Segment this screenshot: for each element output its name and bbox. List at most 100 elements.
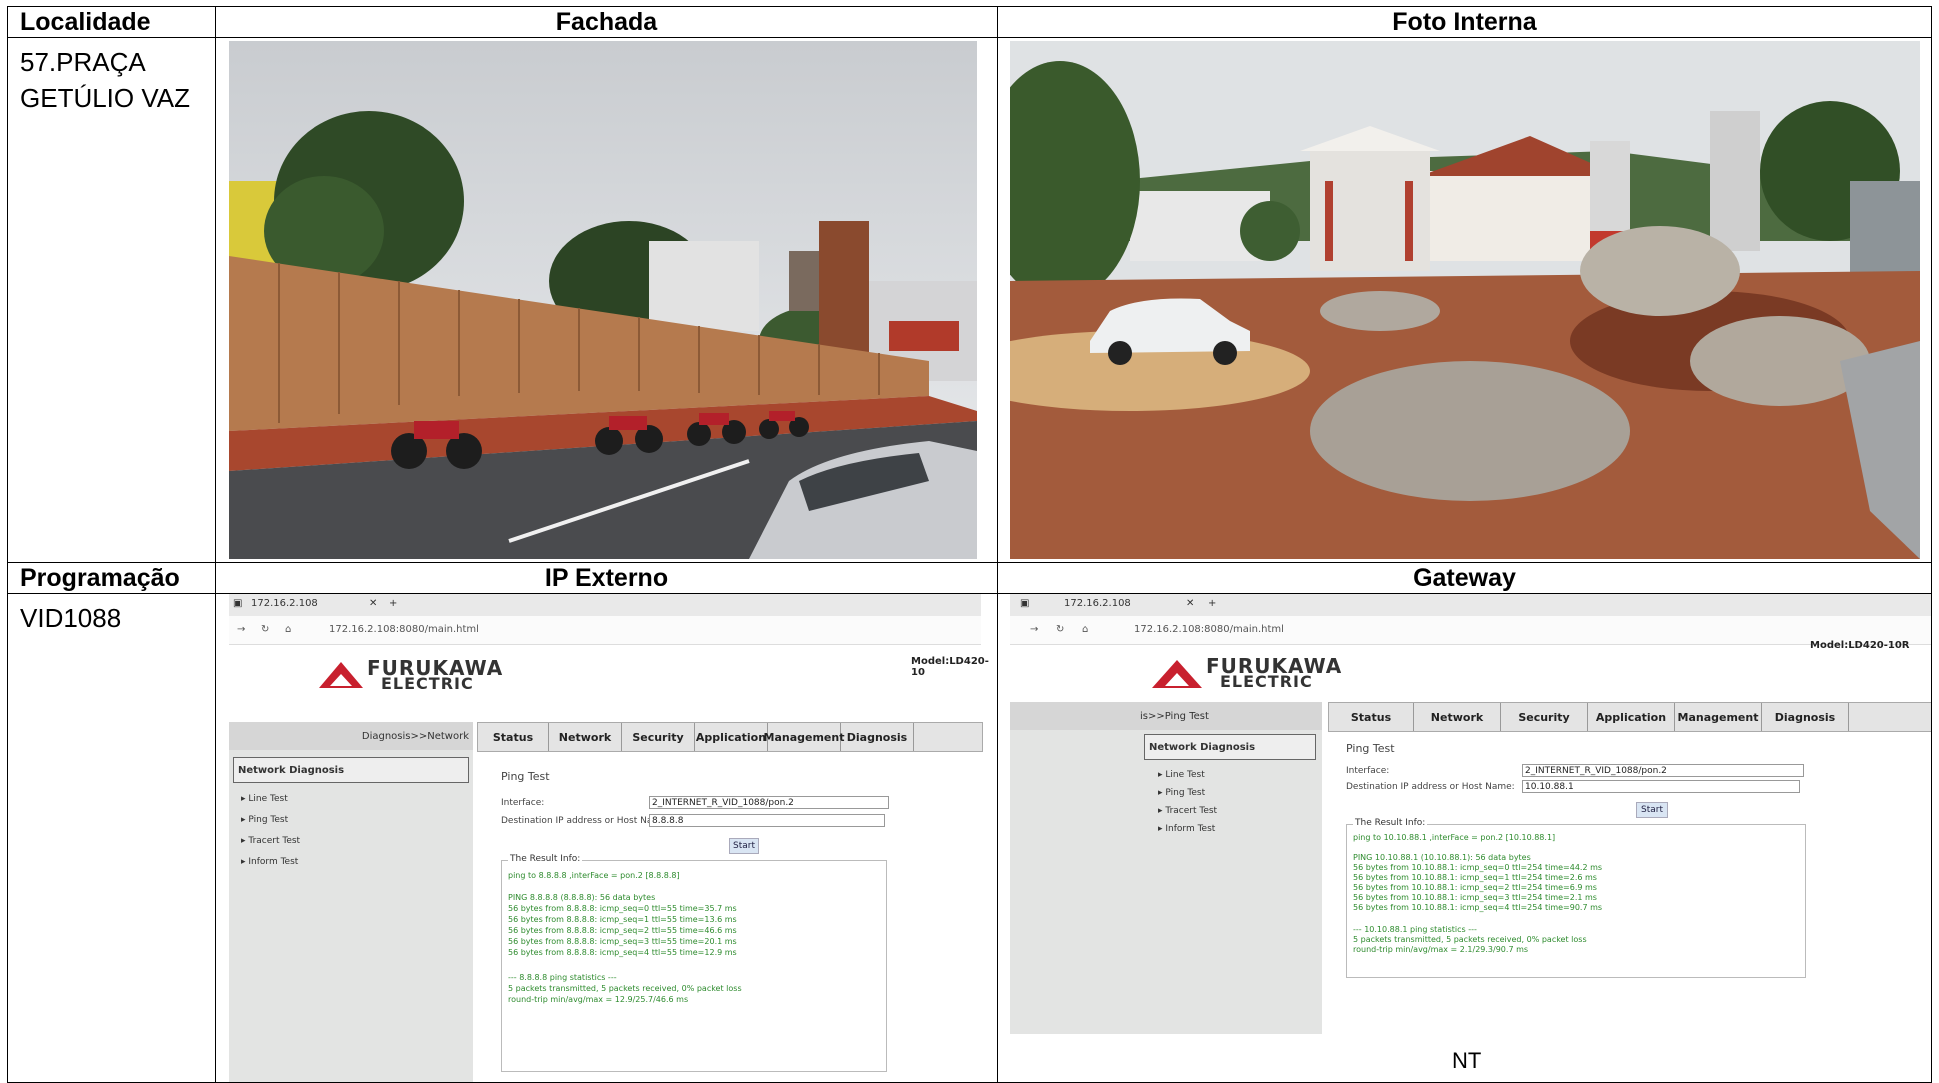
home-icon: ⌂: [1082, 624, 1089, 635]
result-line: round-trip min/avg/max = 2.1/29.3/90.7 m…: [1353, 945, 1529, 954]
foto-interna-photo: [1010, 41, 1920, 559]
nav-diagnosis[interactable]: Diagnosis: [1762, 703, 1849, 731]
side-item-tracert-test[interactable]: ▸ Tracert Test: [1158, 806, 1217, 816]
ip-externo-cell: ▣ 172.16.2.108 ✕ + → ↻ ⌂ 172.16.2.108:80…: [215, 593, 998, 1083]
tab-square-icon: ▣: [233, 598, 243, 609]
back-icon: →: [1030, 624, 1039, 635]
foto-interna-cell: [997, 37, 1932, 563]
destination-input[interactable]: 8.8.8.8: [649, 814, 885, 827]
result-title: The Result Info:: [1353, 818, 1428, 828]
programacao-value: VID1088: [20, 603, 122, 633]
nav-status[interactable]: Status: [1329, 703, 1414, 731]
side-item-inform-test[interactable]: ▸ Inform Test: [241, 857, 298, 867]
page-title: Ping Test: [1346, 742, 1395, 755]
result-line: 5 packets transmitted, 5 packets receive…: [508, 984, 742, 993]
side-item-tracert-test[interactable]: ▸ Tracert Test: [241, 836, 300, 846]
nav-security[interactable]: Security: [622, 723, 695, 751]
result-box: The Result Info: ping to 10.10.88.1 ,int…: [1346, 818, 1806, 978]
interface-select[interactable]: 2_INTERNET_R_VID_1088/pon.2: [649, 796, 889, 809]
network-diagnosis-menu[interactable]: Network Diagnosis: [233, 757, 469, 783]
result-line: --- 10.10.88.1 ping statistics ---: [1353, 925, 1477, 934]
result-title: The Result Info:: [508, 854, 583, 864]
breadcrumb: Diagnosis>>Network: [229, 722, 473, 750]
result-line: 5 packets transmitted, 5 packets receive…: [1353, 935, 1587, 944]
side-item-line-test[interactable]: ▸ Line Test: [1158, 770, 1205, 780]
result-line: 56 bytes from 10.10.88.1: icmp_seq=1 ttl…: [1353, 873, 1597, 882]
result-line: PING 10.10.88.1 (10.10.88.1): 56 data by…: [1353, 853, 1531, 862]
result-line: ping to 10.10.88.1 ,interFace = pon.2 [1…: [1353, 833, 1556, 842]
tab-title: 172.16.2.108: [1064, 598, 1131, 609]
tab-square-icon: ▣: [1020, 598, 1030, 609]
nav-security[interactable]: Security: [1501, 703, 1588, 731]
browser-tab-bar: ▣ 172.16.2.108 ✕ +: [1010, 594, 1931, 616]
nav-status[interactable]: Status: [478, 723, 549, 751]
side-panel: Diagnosis>>Network Network Diagnosis ▸ L…: [229, 722, 473, 1082]
side-panel: is>>Ping Test Network Diagnosis ▸ Line T…: [1010, 702, 1322, 1034]
reload-icon: ↻: [1056, 624, 1065, 635]
header-fachada: Fachada: [215, 6, 998, 38]
interface-select[interactable]: 2_INTERNET_R_VID_1088/pon.2: [1522, 764, 1804, 777]
side-item-ping-test[interactable]: ▸ Ping Test: [1158, 788, 1205, 798]
ip-externo-screenshot: ▣ 172.16.2.108 ✕ + → ↻ ⌂ 172.16.2.108:80…: [229, 594, 989, 1082]
interface-label: Interface:: [501, 798, 545, 808]
header-row-bottom: Programação IP Externo Gateway: [7, 562, 1932, 594]
header-ip-externo: IP Externo: [215, 562, 998, 594]
breadcrumb: is>>Ping Test: [1010, 702, 1322, 730]
gateway-screenshot: ▣ 172.16.2.108 ✕ + → ↻ ⌂ 172.16.2.108:80…: [1010, 594, 1931, 1034]
tab-title: 172.16.2.108: [251, 598, 318, 609]
logo-line-2: ELECTRIC: [381, 674, 474, 693]
home-icon: ⌂: [285, 624, 292, 635]
tab-close-icon: ✕: [369, 598, 378, 609]
result-line: ping to 8.8.8.8 ,interFace = pon.2 [8.8.…: [508, 871, 680, 880]
browser-tab-bar: ▣ 172.16.2.108 ✕ +: [229, 594, 981, 616]
start-button[interactable]: Start: [1636, 802, 1668, 818]
programacao-cell: VID1088: [7, 593, 216, 1083]
result-line: 56 bytes from 8.8.8.8: icmp_seq=4 ttl=55…: [508, 948, 737, 957]
result-line: PING 8.8.8.8 (8.8.8.8): 56 data bytes: [508, 893, 656, 902]
result-line: 56 bytes from 8.8.8.8: icmp_seq=1 ttl=55…: [508, 915, 737, 924]
side-item-ping-test[interactable]: ▸ Ping Test: [241, 815, 288, 825]
header-foto-interna: Foto Interna: [997, 6, 1932, 38]
side-item-inform-test[interactable]: ▸ Inform Test: [1158, 824, 1215, 834]
address-bar: → ↻ ⌂ 172.16.2.108:8080/main.html: [1010, 616, 1931, 645]
result-line: 56 bytes from 8.8.8.8: icmp_seq=0 ttl=55…: [508, 904, 737, 913]
side-item-line-test[interactable]: ▸ Line Test: [241, 794, 288, 804]
nav-application[interactable]: Application: [1588, 703, 1675, 731]
nav-management[interactable]: Management: [1675, 703, 1762, 731]
reload-icon: ↻: [261, 624, 270, 635]
main-nav: Status Network Security Application Mana…: [477, 722, 983, 752]
result-line: 56 bytes from 10.10.88.1: icmp_seq=3 ttl…: [1353, 893, 1597, 902]
nav-application[interactable]: Application: [695, 723, 768, 751]
destination-input[interactable]: 10.10.88.1: [1522, 780, 1800, 793]
main-nav: Status Network Security Application Mana…: [1328, 702, 1931, 732]
report-table: Localidade Fachada Foto Interna 57.PRAÇA…: [7, 6, 1932, 1083]
header-programacao: Programação: [7, 562, 216, 594]
start-button[interactable]: Start: [729, 838, 759, 854]
localidade-line-2: GETÚLIO VAZ: [20, 83, 190, 113]
result-line: --- 8.8.8.8 ping statistics ---: [508, 973, 617, 982]
fachada-photo: [229, 41, 977, 559]
new-tab-icon: +: [389, 598, 398, 609]
result-line: 56 bytes from 10.10.88.1: icmp_seq=2 ttl…: [1353, 883, 1597, 892]
model-label: Model:LD420-10R: [1810, 640, 1910, 651]
nav-management[interactable]: Management: [764, 723, 845, 751]
header-localidade: Localidade: [7, 6, 216, 38]
result-line: 56 bytes from 8.8.8.8: icmp_seq=2 ttl=55…: [508, 926, 737, 935]
back-icon: →: [237, 624, 246, 635]
model-label: Model:LD420-10: [911, 656, 989, 678]
new-tab-icon: +: [1208, 598, 1217, 609]
nav-network[interactable]: Network: [1414, 703, 1501, 731]
result-line: 56 bytes from 8.8.8.8: icmp_seq=3 ttl=55…: [508, 937, 737, 946]
url-text: 172.16.2.108:8080/main.html: [329, 624, 479, 635]
fachada-cell: [215, 37, 998, 563]
tab-close-icon: ✕: [1186, 598, 1195, 609]
screenshot-row: VID1088 ▣ 172.16.2.108 ✕ + → ↻ ⌂ 172.16.…: [7, 593, 1932, 1083]
network-diagnosis-menu[interactable]: Network Diagnosis: [1144, 734, 1316, 760]
photo-row: 57.PRAÇA GETÚLIO VAZ: [7, 37, 1932, 563]
nav-network[interactable]: Network: [549, 723, 622, 751]
nav-diagnosis[interactable]: Diagnosis: [841, 723, 914, 751]
gateway-cell: ▣ 172.16.2.108 ✕ + → ↻ ⌂ 172.16.2.108:80…: [997, 593, 1932, 1083]
url-text: 172.16.2.108:8080/main.html: [1134, 624, 1284, 635]
result-line: 56 bytes from 10.10.88.1: icmp_seq=0 ttl…: [1353, 863, 1603, 872]
result-box: The Result Info: ping to 8.8.8.8 ,interF…: [501, 854, 887, 1072]
